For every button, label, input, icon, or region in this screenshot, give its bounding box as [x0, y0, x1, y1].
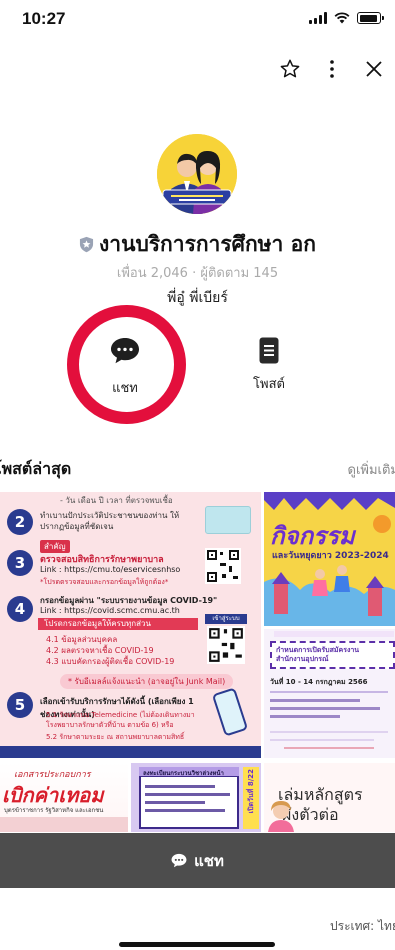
- cellular-signal-icon: [309, 12, 327, 24]
- post-document-icon: [259, 337, 279, 364]
- qr-code-icon: [205, 548, 241, 584]
- tile-a-step5-item-2: 5.2 รักษาตามระยะ ณ สถานพยาบาลตามสิทธิ์: [46, 733, 185, 741]
- step-2-badge: 2: [7, 509, 33, 535]
- id-card-illustration: [205, 506, 251, 534]
- step-4-badge: 4: [7, 596, 33, 622]
- tile-c-text-line: [270, 699, 360, 702]
- star-icon: [280, 59, 300, 78]
- close-button[interactable]: [353, 52, 395, 86]
- tile-a-step4-bar: โปรดกรอกข้อมูลให้ครบทุกส่วน: [38, 618, 198, 630]
- tile-e-text-line: [145, 809, 225, 812]
- tile-a-step4-link: Link : https://covid.scmc.cmu.ac.th: [40, 606, 180, 615]
- status-bar: 10:27: [0, 0, 395, 40]
- chat-bubble-icon: [171, 853, 187, 868]
- step-3-badge: 3: [7, 550, 33, 576]
- tile-a-step5-item-1: 5.1 รักษาแบบ Telemedicine (ไม่ต้องเดินทา…: [46, 711, 195, 729]
- tile-a-step2: ทำเบานปักประเวัติประชาชนของท่าน ให้ปรากฏ…: [40, 511, 180, 531]
- more-vertical-icon: [330, 60, 334, 78]
- tile-c-rule: [270, 691, 388, 693]
- tile-a-bottom-band: [0, 746, 261, 758]
- favorite-button[interactable]: [269, 52, 311, 86]
- tile-a-step4-footer: * รับอีเมลล์แจ้งแนะนำ (อาจอยู่ใน Junk Ma…: [60, 674, 234, 689]
- tile-a-step3-note: *โปรดตรวจสอบและกรอกข้อมูลให้ถูกต้อง*: [40, 578, 169, 586]
- post-tile-registration[interactable]: ลงทะเบียนกระบวนวิชาล่วงหน้า เปิดวันที่ 8…: [131, 763, 261, 832]
- tile-a-step3-title: ตรวจสอบสิทธิการรักษาพยาบาล: [40, 555, 164, 565]
- chat-bubble-icon: [111, 338, 139, 364]
- status-icons: [309, 12, 384, 24]
- qr-code-icon: [207, 626, 245, 664]
- chat-bottom-button[interactable]: แชท: [0, 833, 395, 888]
- status-time: 10:27: [22, 9, 66, 28]
- tile-c-line: วันที่ 10 - 14 กรกฎาคม 2566: [270, 678, 368, 686]
- tile-c-top-band: [274, 631, 394, 637]
- country-label: ประเทศ: ไทย: [330, 919, 395, 933]
- step-5-badge: 5: [7, 692, 33, 718]
- post-action-button[interactable]: โพสต์: [234, 337, 304, 394]
- posts-grid: - วัน เดือน ปี เวลา ที่ตรวจพบเชื้อ 2 ทำเ…: [0, 492, 395, 832]
- close-icon: [366, 61, 382, 77]
- chat-action-label: แชท: [112, 381, 138, 396]
- tile-a-step4-item-3: 4.3 แบบคัดกรองผู้ติดเชื้อ COVID-19: [46, 657, 175, 666]
- post-tile-covid-steps[interactable]: - วัน เดือน ปี เวลา ที่ตรวจพบเชื้อ 2 ทำเ…: [0, 492, 261, 758]
- tile-c-text-line: [270, 731, 388, 733]
- latest-posts-title: โพสต์ล่าสุด: [0, 459, 72, 478]
- more-options-button[interactable]: [311, 52, 353, 86]
- tile-c-text-line: [284, 747, 374, 749]
- phone-illustration: [211, 687, 249, 737]
- battery-icon: [357, 12, 384, 24]
- avatar-illustration: [157, 134, 237, 214]
- tile-e-title: ลงทะเบียนกระบวนวิชาล่วงหน้า: [143, 770, 224, 777]
- profile-status-message: พี่อู๋ พี่เบียร์: [167, 290, 228, 306]
- post-tile-curriculum[interactable]: เล่มหลักสูตร ผังตัวต่อ: [264, 763, 395, 832]
- tile-a-top-note: - วัน เดือน ปี เวลา ที่ตรวจพบเชื้อ: [60, 496, 173, 505]
- profile-avatar[interactable]: [157, 134, 237, 214]
- profile-stats: เพื่อน 2,046 · ผู้ติดตาม 145: [116, 266, 279, 281]
- chat-bottom-label: แชท: [194, 851, 224, 870]
- latest-posts-header: โพสต์ล่าสุด ดูเพิ่มเติม: [0, 457, 395, 483]
- tile-e-text-line: [145, 785, 215, 788]
- tile-a-step3-link: Link : https://cmu.to/eservicesnhso: [40, 565, 181, 574]
- tile-d-band: [0, 817, 128, 832]
- tile-b-sub: และวันหยุดยาว 2023-2024: [272, 551, 389, 561]
- post-tile-activities[interactable]: กิจกรรม และวันหยุดยาว 2023-2024: [264, 492, 395, 626]
- person-illustration: [268, 801, 294, 832]
- tile-d-line2: บุตรข้าราชการ รัฐวิสาหกิจ และเอกชน: [4, 807, 104, 814]
- tile-c-banner: กำหนดการเปิดรับสมัครงาน สำนักงานอุปกรณ์: [270, 641, 395, 669]
- tile-e-text-line: [145, 793, 230, 796]
- profile-name-row: งานบริการการศึกษา อก: [0, 228, 395, 261]
- tile-c-text-line: [270, 715, 340, 718]
- tile-e-side: เปิดวันที่ 8/22: [247, 769, 255, 814]
- top-actions: [269, 52, 395, 86]
- verified-shield-icon: [79, 236, 94, 253]
- post-tile-tuition[interactable]: เอกสารประกอบการ เบิกค่าเทอม บุตรข้าราชกา…: [0, 763, 128, 832]
- tile-e-text-line: [145, 801, 205, 804]
- wifi-icon: [334, 12, 350, 24]
- see-more-link[interactable]: ดูเพิ่มเติม: [348, 459, 395, 480]
- post-tile-schedule[interactable]: กำหนดการเปิดรับสมัครงาน สำนักงานอุปกรณ์ …: [264, 629, 395, 758]
- tile-c-text-line: [270, 707, 380, 710]
- chat-action-button[interactable]: แชท: [90, 337, 160, 398]
- tile-c-text-line: [270, 739, 374, 741]
- post-action-label: โพสต์: [253, 377, 285, 392]
- tile-a-step4-qr-label: เข้าสู่ระบบ: [205, 614, 247, 624]
- home-indicator: [119, 942, 275, 947]
- profile-name: งานบริการการศึกษา อก: [99, 232, 316, 256]
